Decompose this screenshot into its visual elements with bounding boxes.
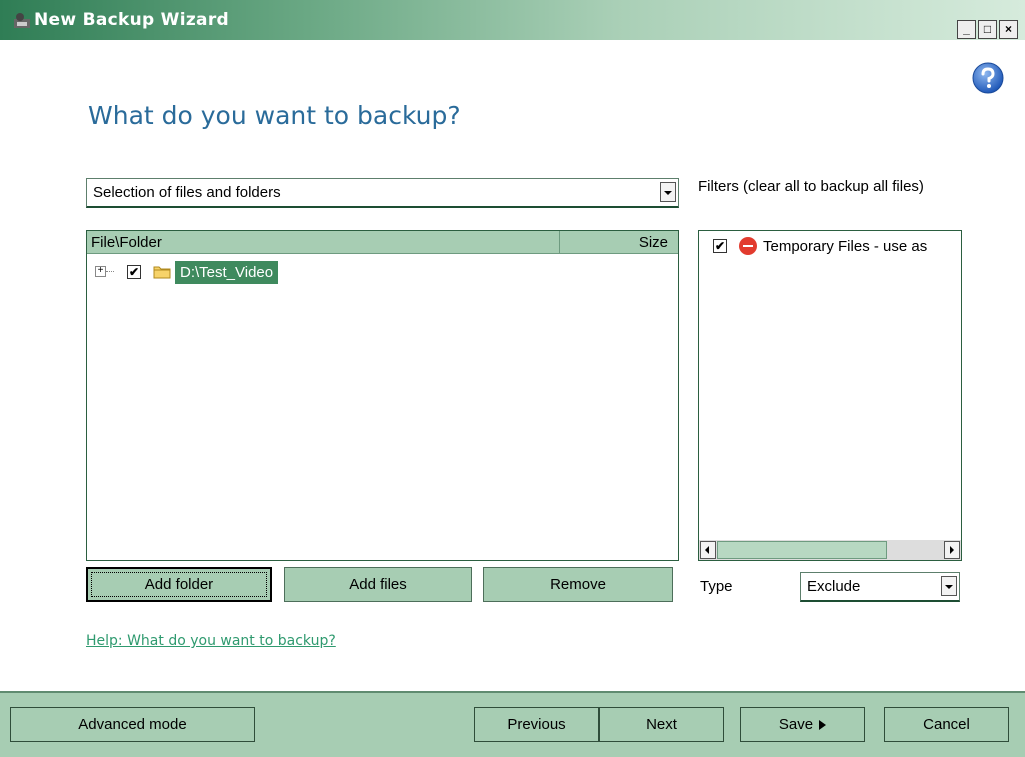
save-label: Save bbox=[778, 716, 814, 733]
chevron-down-icon[interactable] bbox=[660, 182, 676, 202]
cancel-button[interactable]: Cancel bbox=[884, 707, 1009, 742]
next-label: Next bbox=[646, 716, 677, 733]
page-heading: What do you want to backup? bbox=[88, 101, 461, 130]
chevron-down-icon[interactable] bbox=[941, 576, 957, 596]
folder-icon bbox=[153, 266, 171, 279]
add-files-button[interactable]: Add files bbox=[284, 567, 472, 602]
column-header-file-folder[interactable]: File\Folder bbox=[91, 234, 162, 251]
caret-right-icon bbox=[819, 720, 827, 731]
filters-list[interactable]: ✔ Temporary Files - use as bbox=[698, 230, 962, 561]
help-icon[interactable] bbox=[972, 62, 1004, 94]
remove-label: Remove bbox=[550, 576, 606, 593]
close-button[interactable]: × bbox=[999, 20, 1018, 39]
filter-checkbox[interactable]: ✔ bbox=[713, 239, 727, 253]
horizontal-scrollbar[interactable] bbox=[699, 540, 961, 560]
focus-ring bbox=[91, 572, 267, 597]
type-label: Type bbox=[700, 578, 733, 595]
column-header-size[interactable]: Size bbox=[639, 234, 668, 251]
no-entry-icon bbox=[739, 237, 757, 255]
scroll-right-icon[interactable] bbox=[944, 541, 960, 559]
backup-source-value: Selection of files and folders bbox=[93, 184, 281, 201]
folder-label[interactable]: D:\Test_Video bbox=[175, 261, 279, 284]
advanced-mode-button[interactable]: Advanced mode bbox=[10, 707, 255, 742]
tree-header: File\Folder Size bbox=[87, 231, 678, 254]
add-files-label: Add files bbox=[349, 576, 407, 593]
add-folder-button[interactable]: Add folder bbox=[86, 567, 272, 602]
footer-bar: Advanced mode Previous Next Save Cancel bbox=[0, 691, 1025, 757]
next-button[interactable]: Next bbox=[599, 707, 724, 742]
advanced-mode-label: Advanced mode bbox=[78, 716, 187, 733]
save-button[interactable]: Save bbox=[740, 707, 865, 742]
filters-label: Filters (clear all to backup all files) bbox=[698, 178, 924, 195]
help-link[interactable]: Help: What do you want to backup? bbox=[86, 633, 336, 649]
remove-button[interactable]: Remove bbox=[483, 567, 673, 602]
backup-source-select[interactable]: Selection of files and folders bbox=[86, 178, 679, 208]
filter-item-label: Temporary Files - use as bbox=[763, 238, 928, 255]
expand-icon[interactable]: + bbox=[95, 266, 106, 277]
filter-type-value: Exclude bbox=[807, 578, 861, 595]
filter-type-select[interactable]: Exclude bbox=[800, 572, 960, 602]
previous-label: Previous bbox=[507, 716, 566, 733]
minimize-button[interactable]: _ bbox=[957, 20, 976, 39]
previous-button[interactable]: Previous bbox=[474, 707, 599, 742]
scroll-thumb[interactable] bbox=[717, 541, 887, 559]
scroll-left-icon[interactable] bbox=[700, 541, 716, 559]
window-title: New Backup Wizard bbox=[34, 10, 229, 30]
app-icon bbox=[14, 13, 30, 28]
column-divider[interactable] bbox=[559, 231, 560, 253]
title-bar: New Backup Wizard _ □ × bbox=[0, 0, 1025, 40]
cancel-label: Cancel bbox=[923, 716, 970, 733]
file-folder-tree[interactable]: File\Folder Size + ✔ D:\Test_Video bbox=[86, 230, 679, 561]
folder-checkbox[interactable]: ✔ bbox=[127, 265, 141, 279]
maximize-button[interactable]: □ bbox=[978, 20, 997, 39]
tree-connector bbox=[106, 271, 114, 272]
